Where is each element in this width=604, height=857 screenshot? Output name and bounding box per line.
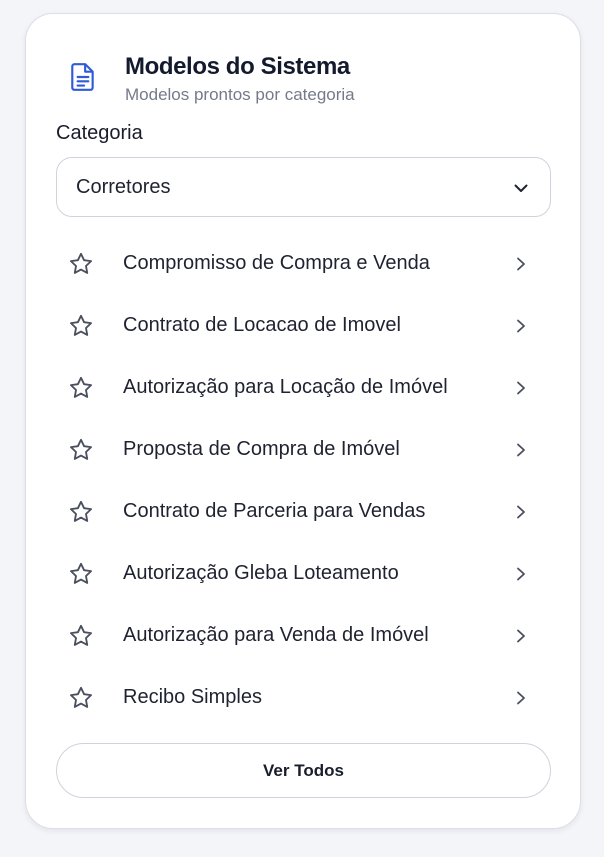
template-list-item[interactable]: Autorização Gleba Loteamento (56, 543, 536, 605)
chevron-right-icon (517, 505, 525, 519)
chevron-right-icon (517, 319, 525, 333)
chevron-right-icon (517, 629, 525, 643)
chevron-right-icon (517, 691, 525, 705)
star-icon[interactable] (68, 375, 94, 401)
card-subtitle: Modelos prontos por categoria (125, 85, 355, 104)
template-list-item-label: Proposta de Compra de Imóvel (123, 438, 400, 460)
chevron-right-icon (517, 381, 525, 395)
card-header: Modelos do Sistema Modelos prontos por c… (26, 14, 580, 124)
star-icon[interactable] (68, 313, 94, 339)
view-all-button[interactable]: Ver Todos (56, 743, 551, 798)
category-select-value: Corretores (76, 176, 171, 198)
star-icon[interactable] (68, 623, 94, 649)
chevron-right-icon (517, 257, 525, 271)
template-list-item-label: Recibo Simples (123, 686, 262, 708)
template-list-item-label: Autorização para Venda de Imóvel (123, 624, 429, 646)
template-list-item[interactable]: Recibo Simples (56, 667, 536, 729)
template-list-item-label: Autorização para Locação de Imóvel (123, 376, 448, 398)
star-icon[interactable] (68, 251, 94, 277)
star-icon[interactable] (68, 561, 94, 587)
template-list-item-label: Contrato de Locacao de Imovel (123, 314, 401, 336)
template-list-item[interactable]: Contrato de Locacao de Imovel (56, 295, 536, 357)
template-list-item[interactable]: Proposta de Compra de Imóvel (56, 419, 536, 481)
system-templates-card: Modelos do Sistema Modelos prontos por c… (25, 13, 581, 829)
chevron-down-icon (514, 184, 528, 192)
template-list: Compromisso de Compra e Venda Contrato d… (56, 233, 536, 729)
star-icon[interactable] (68, 685, 94, 711)
template-list-item[interactable]: Autorização para Locação de Imóvel (56, 357, 536, 419)
star-icon[interactable] (68, 499, 94, 525)
category-label: Categoria (56, 122, 143, 144)
template-list-item[interactable]: Contrato de Parceria para Vendas (56, 481, 536, 543)
chevron-right-icon (517, 567, 525, 581)
card-title: Modelos do Sistema (125, 53, 350, 80)
category-select[interactable]: Corretores (56, 157, 551, 217)
template-list-item-label: Autorização Gleba Loteamento (123, 562, 399, 584)
template-list-item[interactable]: Autorização para Venda de Imóvel (56, 605, 536, 667)
document-icon (71, 63, 94, 91)
template-list-item-label: Contrato de Parceria para Vendas (123, 500, 426, 522)
template-list-item[interactable]: Compromisso de Compra e Venda (56, 233, 536, 295)
template-list-item-label: Compromisso de Compra e Venda (123, 252, 430, 274)
chevron-right-icon (517, 443, 525, 457)
star-icon[interactable] (68, 437, 94, 463)
